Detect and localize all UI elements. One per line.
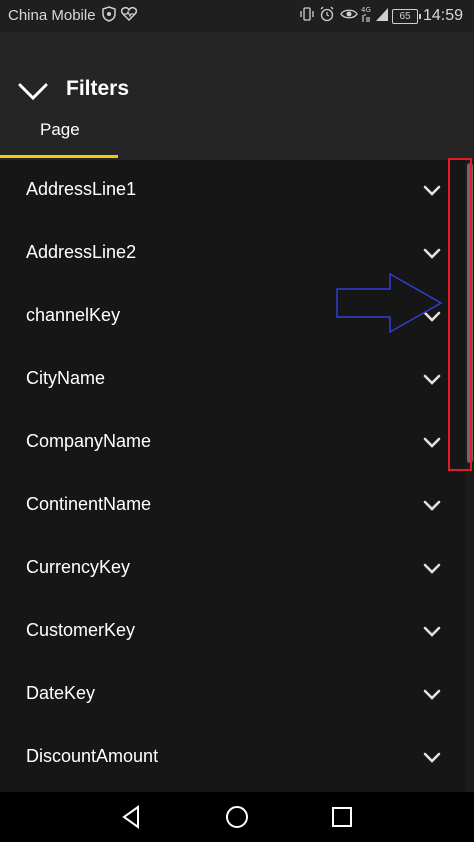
home-button[interactable]: [224, 804, 250, 830]
chevron-down-icon: [423, 185, 441, 196]
active-tab-indicator: [0, 155, 118, 158]
chevron-down-icon: [423, 689, 441, 700]
carrier-name: China Mobile: [8, 7, 96, 24]
right-arrow-icon: [336, 272, 443, 334]
chevron-down-icon: [423, 374, 441, 385]
filter-item-customerkey[interactable]: CustomerKey: [0, 601, 460, 664]
filter-label: AddressLine2: [26, 242, 137, 262]
clock: 14:59: [423, 7, 464, 24]
tab-page[interactable]: Page: [0, 112, 118, 158]
svg-text:4G: 4G: [361, 6, 371, 14]
filter-label: CurrencyKey: [26, 557, 131, 577]
status-bar: China Mobile 4G 65 14:59: [0, 0, 474, 32]
battery-indicator: 65: [392, 9, 421, 24]
filter-item-cityname[interactable]: CityName: [0, 349, 460, 412]
filter-item-companyname[interactable]: CompanyName: [0, 412, 460, 475]
back-button[interactable]: [119, 804, 145, 830]
filter-item-continentname[interactable]: ContinentName: [0, 475, 460, 538]
filter-item-discountamount[interactable]: DiscountAmount: [0, 727, 460, 790]
filter-item-datekey[interactable]: DateKey: [0, 664, 460, 727]
eye-icon: [340, 6, 358, 25]
filter-label: CompanyName: [26, 431, 152, 451]
back-icon: [122, 805, 139, 829]
chevron-down-icon: [18, 83, 48, 101]
heart-rate-icon: [120, 6, 138, 24]
filter-item-currencykey[interactable]: CurrencyKey: [0, 538, 460, 601]
home-icon: [226, 806, 248, 828]
recents-button[interactable]: [329, 804, 355, 830]
chevron-down-icon: [423, 248, 441, 259]
filter-list: AddressLine1 AddressLine2 channelKey Cit…: [0, 160, 474, 792]
signal-icon: [375, 6, 389, 25]
4g-signal-icon: 4G: [361, 5, 375, 25]
chevron-down-icon: [423, 752, 441, 763]
chevron-down-icon: [423, 437, 441, 448]
chevron-down-icon: [423, 500, 441, 511]
page-title: Filters: [66, 77, 130, 100]
filter-label: CustomerKey: [26, 620, 136, 640]
tab-page-label: Page: [40, 120, 80, 139]
chevron-down-icon: [423, 563, 441, 574]
shield-icon: [102, 6, 116, 25]
filter-label: AddressLine1: [26, 179, 137, 199]
recents-icon: [332, 807, 352, 827]
filter-label: CityName: [26, 368, 106, 388]
vibrate-icon: [299, 6, 315, 25]
highlight-box: [448, 158, 472, 471]
chevron-down-icon: [423, 626, 441, 637]
filter-label: DateKey: [26, 683, 96, 703]
filter-label: ContinentName: [26, 494, 152, 514]
filters-header: Filters Page: [0, 32, 474, 160]
filter-label: channelKey: [26, 305, 121, 325]
filter-item-addressline1[interactable]: AddressLine1: [0, 160, 460, 223]
navigation-bar: [0, 792, 474, 842]
collapse-filters-button[interactable]: [16, 80, 50, 104]
filter-label: DiscountAmount: [26, 746, 159, 766]
alarm-icon: [319, 6, 335, 25]
